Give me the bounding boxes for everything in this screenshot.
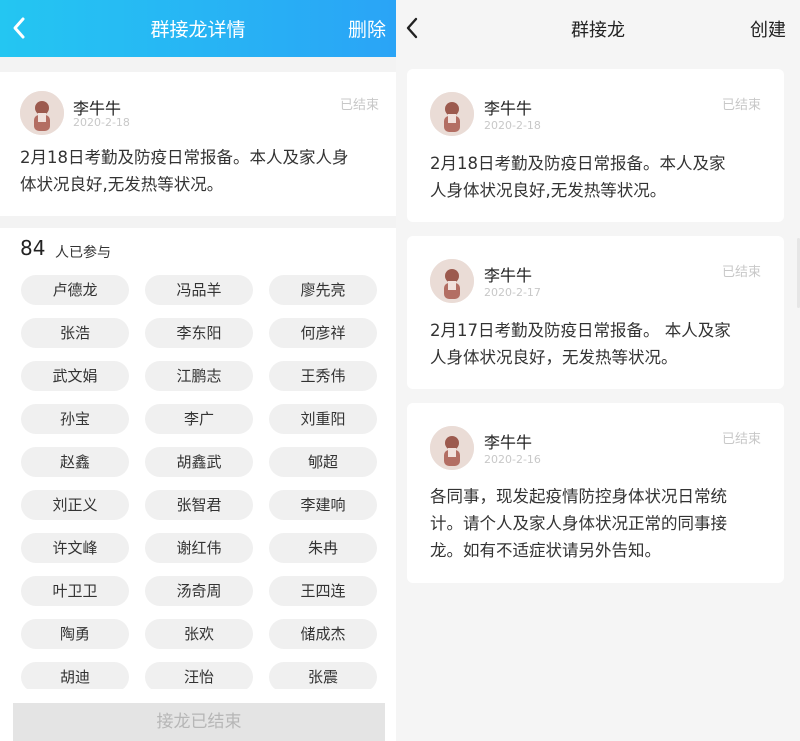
participant-grid: 卢德龙 冯品羊 廖先亮 张浩 李东阳 何彦祥 武文娟 江鹏志 王秀伟 孙宝 李广… bbox=[21, 275, 378, 692]
avatar bbox=[430, 426, 474, 470]
author-name: 李牛牛 bbox=[484, 99, 533, 118]
post-date: 2020-2-18 bbox=[73, 116, 130, 129]
post-date: 2020-2-18 bbox=[484, 119, 541, 132]
post-content: 2月18日考勤及防疫日常报备。本人及家 人身体状况良好,无发热等状况。 bbox=[430, 150, 726, 204]
participant-chip: 胡迪 bbox=[21, 662, 129, 692]
status-badge: 已结束 bbox=[339, 98, 379, 113]
participant-chip: 刘正义 bbox=[21, 490, 129, 520]
participant-chip: 张智君 bbox=[145, 490, 253, 520]
content-line: 人身体状况良好，无发热等状况。 bbox=[430, 348, 678, 367]
detail-screen: 群接龙详情 删除 李牛牛 2020-2-18 已结束 2月18日考勤及防疫日常报… bbox=[0, 0, 396, 741]
content-line: 人身体状况良好,无发热等状况。 bbox=[430, 181, 667, 200]
participant-chip: 张震 bbox=[269, 662, 377, 692]
post-card: 李牛牛 2020-2-18 已结束 2月18日考勤及防疫日常报备。本人及家人身 … bbox=[0, 72, 396, 216]
content-line: 体状况良好,无发热等状况。 bbox=[20, 175, 224, 194]
author-name: 李牛牛 bbox=[484, 266, 533, 285]
participant-chip: 叶卫卫 bbox=[21, 576, 129, 606]
participant-chip: 朱冉 bbox=[269, 533, 377, 563]
participant-chip: 汤奇周 bbox=[145, 576, 253, 606]
page-title: 群接龙详情 bbox=[150, 19, 246, 41]
status-badge: 已结束 bbox=[721, 432, 761, 447]
participant-chip: 卢德龙 bbox=[21, 275, 129, 305]
post-content: 各同事，现发起疫情防控身体状况日常统 计。请个人及家人身体状况正常的同事接 龙。… bbox=[430, 483, 727, 564]
participant-count: 84 bbox=[20, 236, 46, 260]
author-name: 李牛牛 bbox=[484, 433, 533, 452]
delete-button[interactable]: 删除 bbox=[348, 15, 386, 42]
participant-chip: 储成杰 bbox=[269, 619, 377, 649]
detail-header: 群接龙详情 删除 bbox=[0, 0, 396, 57]
participant-chip: 赵鑫 bbox=[21, 447, 129, 477]
participant-chip: 胡鑫武 bbox=[145, 447, 253, 477]
post-card[interactable]: 李牛牛 2020-2-17 已结束 2月17日考勤及防疫日常报备。 本人及家 人… bbox=[407, 236, 784, 389]
avatar bbox=[430, 259, 474, 303]
participants-section: 84 人已参与 卢德龙 冯品羊 廖先亮 张浩 李东阳 何彦祥 武文娟 江鹏志 王… bbox=[0, 228, 396, 741]
avatar bbox=[430, 92, 474, 136]
user-avatar-icon bbox=[430, 426, 474, 470]
bottom-bar: 接龙已结束 bbox=[0, 689, 396, 741]
post-card[interactable]: 李牛牛 2020-2-18 已结束 2月18日考勤及防疫日常报备。本人及家 人身… bbox=[407, 69, 784, 222]
participant-chip: 廖先亮 bbox=[269, 275, 377, 305]
participant-chip: 何彦祥 bbox=[269, 318, 377, 348]
post-content: 2月18日考勤及防疫日常报备。本人及家人身 体状况良好,无发热等状况。 bbox=[20, 144, 349, 198]
page-title: 群接龙 bbox=[571, 20, 625, 41]
participant-chip: 张浩 bbox=[21, 318, 129, 348]
post-content: 2月17日考勤及防疫日常报备。 本人及家 人身体状况良好，无发热等状况。 bbox=[430, 317, 731, 371]
post-date: 2020-2-17 bbox=[484, 286, 541, 299]
participant-chip: 汪怡 bbox=[145, 662, 253, 692]
post-card[interactable]: 李牛牛 2020-2-16 已结束 各同事，现发起疫情防控身体状况日常统 计。请… bbox=[407, 403, 784, 583]
list-header: 群接龙 创建 bbox=[396, 0, 800, 57]
screenshot-pair: 群接龙详情 删除 李牛牛 2020-2-18 已结束 2月18日考勤及防疫日常报… bbox=[0, 0, 800, 741]
participant-chip: 江鹏志 bbox=[145, 361, 253, 391]
list-screen: 群接龙 创建 李牛牛 2020-2-18 已结束 2月18日考勤及防疫日常报备。… bbox=[396, 0, 800, 741]
participant-chip: 李广 bbox=[145, 404, 253, 434]
participant-chip: 冯品羊 bbox=[145, 275, 253, 305]
ended-button[interactable]: 接龙已结束 bbox=[13, 703, 385, 741]
participant-chip: 李建响 bbox=[269, 490, 377, 520]
content-line: 2月18日考勤及防疫日常报备。本人及家人身 bbox=[20, 148, 349, 167]
content-line: 计。请个人及家人身体状况正常的同事接 bbox=[430, 514, 727, 533]
user-avatar-icon bbox=[430, 259, 474, 303]
status-badge: 已结束 bbox=[721, 98, 761, 113]
post-date: 2020-2-16 bbox=[484, 453, 541, 466]
participant-chip: 张欢 bbox=[145, 619, 253, 649]
participant-count-label: 人已参与 bbox=[55, 245, 111, 261]
participant-chip: 孙宝 bbox=[21, 404, 129, 434]
user-avatar-icon bbox=[20, 91, 64, 135]
avatar bbox=[20, 91, 64, 135]
content-line: 2月18日考勤及防疫日常报备。本人及家 bbox=[430, 154, 726, 173]
participant-chip: 许文峰 bbox=[21, 533, 129, 563]
participant-chip: 陶勇 bbox=[21, 619, 129, 649]
participant-chip: 武文娟 bbox=[21, 361, 129, 391]
content-line: 各同事，现发起疫情防控身体状况日常统 bbox=[430, 487, 727, 506]
participant-chip: 王四连 bbox=[269, 576, 377, 606]
participant-chip: 刘重阳 bbox=[269, 404, 377, 434]
content-line: 2月17日考勤及防疫日常报备。 本人及家 bbox=[430, 321, 731, 340]
participant-chip: 谢红伟 bbox=[145, 533, 253, 563]
create-button[interactable]: 创建 bbox=[750, 16, 786, 42]
participant-chip: 李东阳 bbox=[145, 318, 253, 348]
content-line: 龙。如有不适症状请另外告知。 bbox=[430, 541, 661, 560]
participant-chip: 王秀伟 bbox=[269, 361, 377, 391]
status-badge: 已结束 bbox=[721, 265, 761, 280]
user-avatar-icon bbox=[430, 92, 474, 136]
participant-chip: 郇超 bbox=[269, 447, 377, 477]
